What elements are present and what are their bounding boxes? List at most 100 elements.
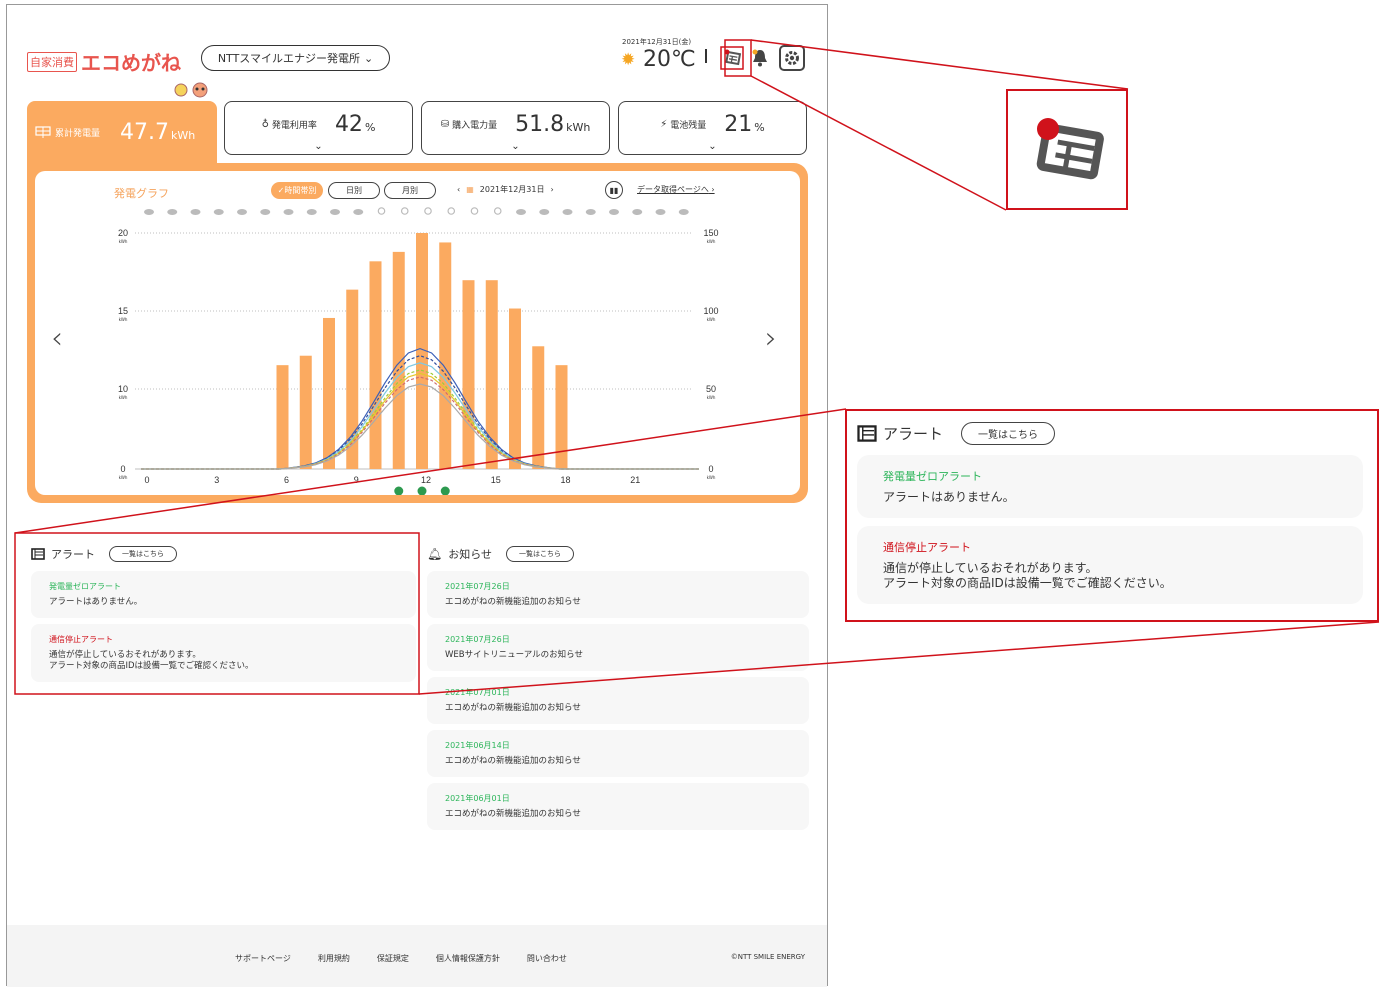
y-tick-left: 20	[118, 228, 128, 238]
news-item[interactable]: 2021年06月01日 エコめがねの新機能追加のお知らせ	[427, 783, 809, 831]
y-tick-right: 150	[703, 228, 718, 238]
alert-list-icon	[720, 46, 744, 70]
stat-label: 発電利用率	[271, 121, 317, 131]
plant-selector[interactable]: NTTスマイルエナジー発電所 ⌄	[201, 45, 390, 71]
event-marker	[394, 486, 404, 495]
news-item[interactable]: 2021年07月01日 エコめがねの新機能追加のお知らせ	[427, 677, 809, 725]
tab-monthly[interactable]: 月別	[384, 182, 436, 199]
notification-button[interactable]	[747, 45, 773, 71]
cloud-icon	[353, 209, 364, 215]
cloud-icon	[562, 209, 573, 215]
x-tick: 0	[144, 475, 149, 485]
cloud-icon	[678, 209, 689, 215]
alert-desc: アラートはありません。	[883, 490, 1015, 504]
chart-bar	[532, 346, 545, 469]
y-unit-right: kWh	[707, 475, 716, 480]
stat-unit: %	[754, 121, 765, 134]
footer-link-contact[interactable]: 問い合わせ	[527, 953, 567, 964]
stat-value: 47.7	[120, 119, 169, 145]
cloud-icon	[167, 209, 178, 215]
date-navigator: ‹ ▦ 2021年12月31日 ›	[457, 184, 554, 195]
cloud-icon	[190, 209, 201, 215]
zoom-alert-icon-callout	[1006, 89, 1128, 210]
cloud-icon	[213, 209, 224, 215]
tab-hourly[interactable]: ✓ 時間帯別	[271, 182, 323, 199]
chart-bar	[299, 355, 312, 469]
y-tick-left: 10	[118, 384, 128, 394]
logo-title: エコめがね	[81, 51, 181, 75]
cloud-icon	[609, 209, 619, 215]
alert-section-header: アラート 一覧はこちら	[31, 543, 416, 565]
x-tick: 9	[354, 475, 359, 485]
alert-card[interactable]: 発電量ゼロアラート アラートはありません。	[857, 455, 1363, 518]
x-tick: 3	[214, 475, 219, 485]
footer-link-support[interactable]: サポートページ	[235, 953, 291, 964]
tab-daily[interactable]: 日別	[328, 182, 380, 199]
alert-card[interactable]: 通信停止アラート 通信が停止しているおそれがあります。 アラート対象の商品IDは…	[31, 624, 416, 683]
data-page-link[interactable]: データ取得ページへ ›	[637, 184, 715, 195]
alert-title: 発電量ゼロアラート	[883, 470, 982, 483]
footer: サポートページ 利用規約 保証規定 個人情報保護方針 問い合わせ ©NTT SM…	[7, 925, 827, 987]
news-list-link[interactable]: 一覧はこちら	[506, 546, 575, 562]
battery-icon: ⚡	[660, 119, 668, 130]
cloud-icon	[283, 209, 294, 215]
stat-usage-rate[interactable]: ♁ 発電利用率 42 % ⌄	[224, 101, 413, 155]
stat-label: 累計発電量	[55, 128, 101, 139]
stat-unit: %	[364, 121, 376, 134]
check-icon: ✓	[277, 186, 285, 195]
alert-title: 通信停止アラート	[49, 635, 113, 645]
news-text: エコめがねの新機能追加のお知らせ	[445, 756, 581, 767]
weather-date: 2021年12月31日(金)	[622, 38, 692, 46]
alert-card[interactable]: 発電量ゼロアラート アラートはありません。	[31, 571, 416, 619]
cloud-icon	[516, 209, 526, 215]
chart-toggle-button[interactable]: ▮▮	[605, 181, 623, 199]
alert-list-icon	[31, 548, 45, 560]
x-tick: 6	[284, 475, 289, 485]
stat-unit: kWh	[171, 128, 196, 142]
sun-icon	[377, 207, 386, 215]
x-tick: 15	[491, 475, 501, 485]
alert-list-link[interactable]: 一覧はこちら	[961, 421, 1056, 445]
generation-chart: 0kWh0kWh10kWh50kWh15kWh100kWh20kWh150kWh…	[118, 207, 719, 495]
y-unit-left: kWh	[119, 475, 128, 480]
stat-value: 42	[334, 112, 363, 137]
y-unit-left: kWh	[119, 317, 128, 322]
stat-unit: kWh	[566, 121, 591, 134]
y-tick-right: 50	[706, 384, 716, 394]
news-item[interactable]: 2021年07月26日 エコめがねの新機能追加のお知らせ	[427, 571, 809, 619]
news-item[interactable]: 2021年06月14日 エコめがねの新機能追加のお知らせ	[427, 730, 809, 778]
footer-link-privacy[interactable]: 個人情報保護方針	[436, 953, 500, 964]
calendar-icon[interactable]: ▦	[466, 185, 474, 194]
chart-prev-arrow[interactable]: ‹	[51, 321, 63, 356]
generation-graph-panel: 0 kWh 0 kWh 10 kWh 50 kWh 15 kWh 100 kWh 20 kWh 150 kWh…	[27, 163, 808, 503]
next-date-button[interactable]: ›	[550, 185, 553, 194]
power-buy-icon: ⛁	[440, 119, 450, 130]
chart-bar	[555, 365, 568, 469]
stat-purchased-power[interactable]: ⛁ 購入電力量 51.8 kWh ⌄	[421, 101, 610, 155]
chart-bar	[439, 242, 452, 469]
alert-card[interactable]: 通信停止アラート 通信が停止しているおそれがあります。 アラート対象の商品IDは…	[857, 526, 1363, 604]
alert-list-link[interactable]: 一覧はこちら	[109, 546, 177, 562]
tab-label: 日別	[346, 186, 362, 195]
graph-title: 発電グラフ	[114, 187, 169, 200]
current-date[interactable]: 2021年12月31日	[480, 184, 545, 195]
stat-total-generation[interactable]: 累計発電量 47.7 kWh	[27, 101, 217, 163]
footer-link-terms[interactable]: 利用規約	[318, 953, 350, 964]
cloud-icon	[144, 209, 154, 215]
settings-button[interactable]	[779, 45, 805, 71]
prev-date-button[interactable]: ‹	[457, 185, 460, 194]
news-item[interactable]: 2021年07月26日 WEBサイトリニューアルのお知らせ	[427, 624, 809, 672]
bell-icon: 🔔︎	[427, 547, 443, 561]
tab-label: 時間帯別	[284, 186, 317, 195]
alert-list-button[interactable]	[719, 45, 745, 71]
stat-battery-level[interactable]: ⚡ 電池残量 21 % ⌄	[618, 101, 807, 155]
stat-value: 21	[724, 112, 753, 137]
y-unit-right: kWh	[707, 317, 716, 322]
gear-icon	[785, 51, 799, 65]
footer-link-warranty[interactable]: 保証規定	[377, 953, 409, 964]
chart-next-arrow[interactable]: ›	[765, 321, 777, 356]
bulb-icon: ♁	[261, 119, 269, 130]
app-logo[interactable]: 自家消費 エコめがね	[27, 47, 181, 76]
chevron-down-icon: ⌄	[314, 141, 323, 152]
news-text: WEBサイトリニューアルのお知らせ	[445, 650, 584, 661]
